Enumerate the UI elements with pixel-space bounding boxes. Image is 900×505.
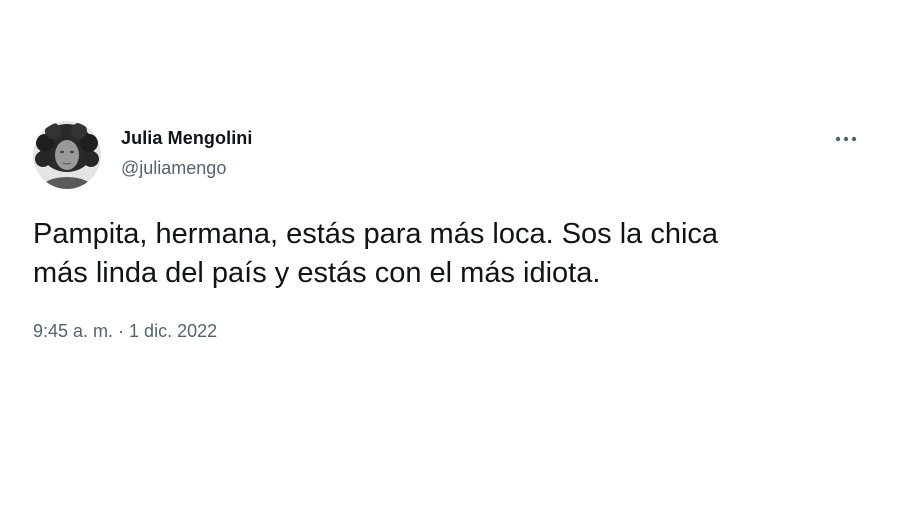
avatar[interactable] bbox=[33, 121, 101, 189]
more-horizontal-icon bbox=[835, 136, 857, 142]
tweet-text-line: Pampita, hermana, estás para más loca. S… bbox=[33, 218, 719, 250]
more-options-button[interactable] bbox=[828, 126, 864, 152]
tweet-time[interactable]: 9:45 a. m. bbox=[33, 321, 113, 341]
tweet-meta: 9:45 a. m. · 1 dic. 2022 bbox=[33, 321, 217, 342]
tweet-text-line: más linda del país y estás con el más id… bbox=[33, 257, 601, 289]
meta-separator: · bbox=[113, 321, 130, 341]
author-name[interactable]: Julia Mengolini bbox=[121, 128, 253, 149]
tweet-card: Julia Mengolini @juliamengo Pampita, her… bbox=[0, 0, 900, 505]
tweet-text: Pampita, hermana, estás para más loca. S… bbox=[33, 215, 863, 293]
avatar-photo bbox=[33, 121, 101, 189]
tweet-date[interactable]: 1 dic. 2022 bbox=[129, 321, 217, 341]
author-handle[interactable]: @juliamengo bbox=[121, 158, 226, 179]
